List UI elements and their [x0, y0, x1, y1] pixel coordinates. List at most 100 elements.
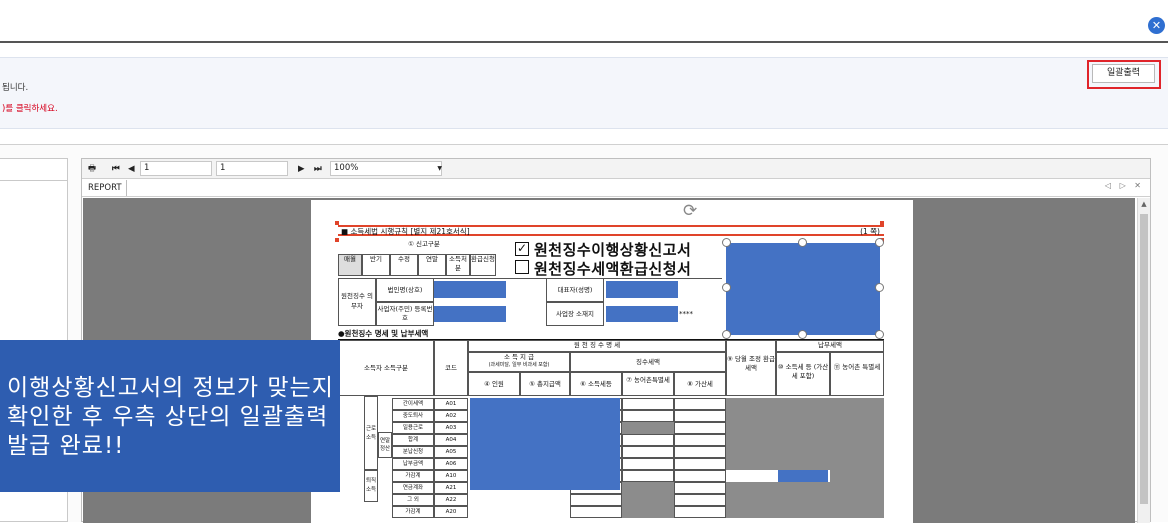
unchecked-box-icon: [515, 260, 529, 274]
top-bar: ✕: [0, 0, 1168, 43]
redacted-corp-name: [434, 281, 506, 298]
row-label: 그 외: [392, 494, 434, 506]
checked-box-icon: ✓: [515, 241, 529, 256]
scroll-up-icon[interactable]: ▲: [1138, 200, 1150, 210]
row-cell: [674, 434, 726, 446]
rep-label: 대표자(성명): [546, 278, 604, 302]
row-label: 분납신청: [392, 446, 434, 458]
shaded-cell: [726, 398, 776, 470]
col-adjust: ⑨ 당월 조정 환급세액: [726, 340, 776, 396]
resize-handle[interactable]: [875, 283, 884, 292]
left-pane-header[interactable]: [0, 159, 67, 181]
row-code: A03: [434, 422, 468, 434]
redacted-address: [606, 306, 678, 322]
instruction-callout: 이행상황신고서의 정보가 맞는지 확인한 후 우측 상단의 일괄출력 발급 완료…: [0, 340, 340, 492]
redacted-bizno: [434, 306, 506, 322]
col-penalty: ⑧ 가산세: [674, 372, 726, 396]
row-label: 일용근로: [392, 422, 434, 434]
row-cell: [674, 506, 726, 518]
first-page-icon[interactable]: ⏮: [112, 162, 120, 176]
col-income-tax: ⑥ 소득세등: [570, 372, 622, 396]
row-cell: [674, 494, 726, 506]
form-title-main: 원천징수이행상황신고서: [534, 241, 692, 259]
row-cell: [622, 458, 674, 470]
col-pay-rural-tax: ⑪ 농어촌 특별세: [830, 352, 884, 396]
selection-corner: [335, 221, 339, 225]
rotate-icon[interactable]: ⟳: [683, 201, 697, 221]
tab-report[interactable]: REPORT: [84, 180, 127, 196]
col-rural-tax: ⑦ 농어촌특별세: [622, 372, 674, 396]
report-type-option: 반기: [362, 254, 390, 276]
row-label: 합계: [392, 434, 434, 446]
page-label: (1 쪽): [860, 227, 880, 236]
group-yearend: 연말 정산: [378, 432, 392, 458]
col-pay-income-tax: ⑩ 소득세 등 (가산세 포함): [776, 352, 830, 396]
tab-controls[interactable]: ◁ ▷ ✕: [1105, 181, 1144, 190]
row-code: A05: [434, 446, 468, 458]
chevron-down-icon: ▼: [437, 165, 442, 172]
row-cell: [674, 482, 726, 494]
row-label: 중도퇴사: [392, 410, 434, 422]
bizno-label: 사업자(주민) 등록번호: [376, 302, 434, 326]
address-mask: ****: [679, 310, 693, 318]
address-label: 사업장 소재지: [546, 302, 604, 326]
row-cell: [674, 422, 726, 434]
viewer-tab-row: REPORT ◁ ▷ ✕: [82, 179, 1150, 197]
resize-handle[interactable]: [875, 330, 884, 339]
form-header-row: ■ 소득세법 시행규칙 [별지 제21호서식] (1 쪽): [338, 225, 884, 236]
notice-line-1: 됩니다.: [2, 83, 29, 93]
income-payment-note: (과세미달, 일부 비과세 포함): [488, 362, 550, 368]
row-code: A21: [434, 482, 468, 494]
row-code: A04: [434, 434, 468, 446]
row-cell: [674, 446, 726, 458]
zoom-value: 100%: [334, 163, 359, 173]
last-page-icon[interactable]: ⏭: [314, 162, 322, 176]
row-cell: [674, 458, 726, 470]
row-cell: [622, 410, 674, 422]
zoom-select[interactable]: 100% ▼: [330, 161, 442, 176]
resize-handle[interactable]: [798, 238, 807, 247]
page-total-field: 1: [216, 161, 288, 176]
shaded-cell: [622, 422, 674, 434]
row-label: 가감계: [392, 506, 434, 518]
shaded-cell: [776, 398, 884, 470]
col-income-kind: 소득자 소득구분: [338, 340, 434, 396]
resize-handle[interactable]: [722, 330, 731, 339]
next-page-icon[interactable]: ▶: [298, 162, 305, 176]
page-current-input[interactable]: 1: [140, 161, 212, 176]
row-code: A06: [434, 458, 468, 470]
resize-handle[interactable]: [722, 283, 731, 292]
redacted-rep-name: [606, 281, 678, 298]
report-type-option: 연말: [418, 254, 446, 276]
col-income-payment: 소 득 지 급 (과세미달, 일부 비과세 포함): [468, 352, 570, 372]
row-code: A10: [434, 470, 468, 482]
shaded-cell: [726, 482, 884, 518]
group-retire: 퇴직 소득: [364, 470, 378, 502]
report-type-option: 소득처분: [446, 254, 470, 276]
bulk-print-button[interactable]: 일괄출력: [1092, 64, 1155, 83]
report-type-label: ① 신고구분: [408, 240, 440, 248]
resize-handle[interactable]: [798, 330, 807, 339]
report-type-option: 환급신청: [470, 254, 496, 276]
row-cell: [622, 446, 674, 458]
prev-page-icon[interactable]: ◀: [128, 162, 135, 176]
row-cell: [622, 398, 674, 410]
notice-panel: 됩니다. )를 클릭하세요.: [0, 57, 1168, 129]
row-code: A01: [434, 398, 468, 410]
print-icon[interactable]: 🖶: [88, 162, 96, 176]
resize-handle[interactable]: [875, 238, 884, 247]
section-title: ●원천징수 명세 및 납부세액: [338, 329, 429, 338]
group-labor: 근로 소득: [364, 396, 378, 470]
col-withholding-detail: 원 천 징 수 명 세: [468, 340, 726, 352]
vertical-scrollbar[interactable]: ▲: [1137, 198, 1150, 523]
report-type-option: 매월: [338, 254, 362, 276]
scroll-thumb[interactable]: [1140, 214, 1148, 504]
resize-handle[interactable]: [722, 238, 731, 247]
corp-name-label: 법인명(상호): [376, 278, 434, 302]
close-icon[interactable]: ✕: [1148, 17, 1165, 34]
row-cell: [674, 470, 726, 482]
selected-redaction-box[interactable]: [726, 243, 880, 335]
row-cell: [570, 506, 622, 518]
row-cell: [674, 410, 726, 422]
row-label: 연금계좌: [392, 482, 434, 494]
